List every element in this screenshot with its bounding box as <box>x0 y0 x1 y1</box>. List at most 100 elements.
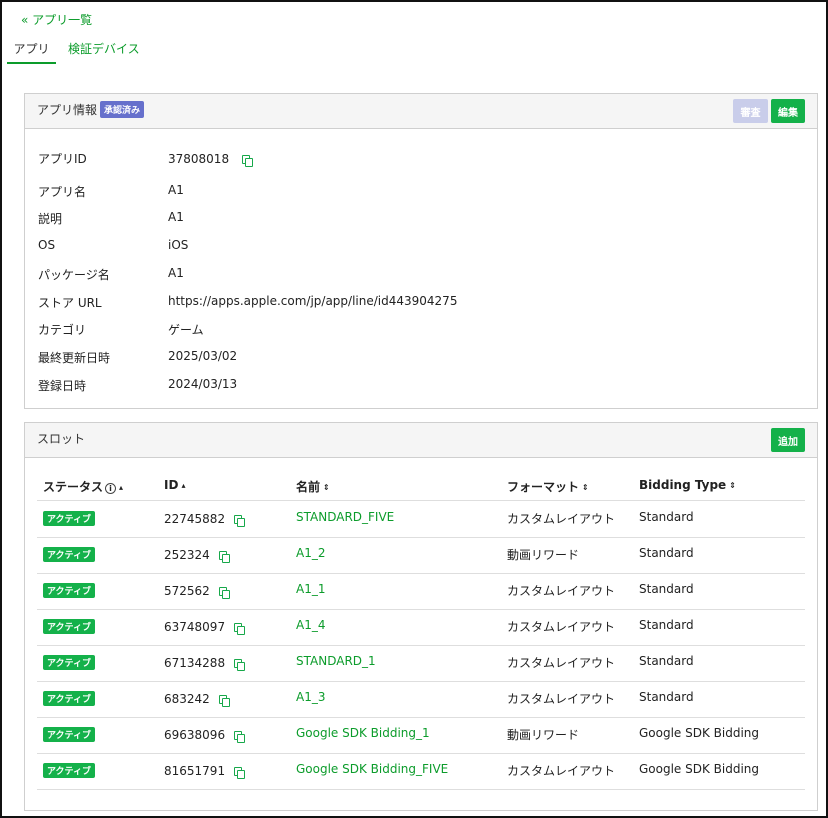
column-header-format[interactable]: フォーマット ⇕ <box>507 478 589 495</box>
slot-name-link[interactable]: STANDARD_1 <box>296 654 376 668</box>
edit-button[interactable]: 編集 <box>771 99 805 123</box>
slots-panel: スロット 追加 ステータス i ▴ ID ▴ 名前 ⇕ フォーマット ⇕ Bidding … <box>24 422 818 811</box>
slot-id: 67134288 <box>164 656 226 670</box>
info-label-last-updated: 最終更新日時 <box>38 351 111 365</box>
info-value-description: A1 <box>168 210 184 224</box>
status-badge: アクティブ <box>43 547 96 562</box>
back-to-app-list-link[interactable]: « アプリ一覧 <box>21 11 92 28</box>
copy-icon[interactable] <box>234 730 246 743</box>
slot-id: 63748097 <box>164 620 226 634</box>
info-value-store-url: https://apps.apple.com/jp/app/line/id443… <box>168 294 458 308</box>
slot-id-cell: 572562 <box>164 584 230 599</box>
slot-format: 動画リワード <box>507 728 580 742</box>
copy-icon[interactable] <box>234 622 246 635</box>
slot-id-cell: 252324 <box>164 548 230 563</box>
slot-bidding-type: Standard <box>639 510 694 524</box>
slot-name-link[interactable]: A1_3 <box>296 690 325 704</box>
sort-asc-icon[interactable]: ▴ <box>181 481 185 490</box>
approval-status-badge: 承認済み <box>100 101 145 118</box>
row-divider <box>37 645 805 646</box>
sort-asc-icon[interactable]: ▴ <box>119 483 123 492</box>
bidding-header-label: Bidding Type <box>639 478 727 492</box>
slot-id: 683242 <box>164 692 210 706</box>
slot-bidding-type: Google SDK Bidding <box>639 762 760 776</box>
slot-bidding-type: Standard <box>639 582 694 596</box>
slot-bidding-type: Standard <box>639 546 694 560</box>
info-value-os: iOS <box>168 238 189 252</box>
row-divider <box>37 609 805 610</box>
status-header-label: ステータス <box>43 480 104 494</box>
info-value-category: ゲーム <box>168 323 204 337</box>
copy-icon[interactable] <box>234 658 246 671</box>
info-label-description: 説明 <box>38 212 63 226</box>
name-header-label: 名前 <box>296 480 321 494</box>
sort-icon[interactable]: ⇕ <box>323 483 330 492</box>
sort-icon[interactable]: ⇕ <box>729 481 736 490</box>
slot-format: カスタムレイアウト <box>507 692 616 706</box>
slot-id-cell: 22745882 <box>164 512 246 527</box>
slot-name-link[interactable]: Google SDK Bidding_FIVE <box>296 762 448 776</box>
column-header-id[interactable]: ID ▴ <box>164 478 185 492</box>
row-divider <box>37 717 805 718</box>
tab-app[interactable]: アプリ <box>7 38 56 64</box>
row-divider <box>37 789 805 790</box>
slot-id: 69638096 <box>164 728 226 742</box>
status-badge: アクティブ <box>43 619 96 634</box>
slot-id: 572562 <box>164 584 210 598</box>
tab-test-devices[interactable]: 検証デバイス <box>68 38 140 64</box>
copy-icon[interactable] <box>241 154 253 167</box>
copy-icon[interactable] <box>218 550 230 563</box>
info-label-app-id: アプリID <box>38 152 87 166</box>
row-divider <box>37 573 805 574</box>
info-label-registered: 登録日時 <box>38 379 87 393</box>
info-label-app-name: アプリ名 <box>38 185 87 199</box>
info-value-app-name: A1 <box>168 183 184 197</box>
slot-format: カスタムレイアウト <box>507 764 616 778</box>
copy-icon[interactable] <box>234 514 246 527</box>
slot-bidding-type: Standard <box>639 690 694 704</box>
info-label-os: OS <box>38 238 56 252</box>
row-divider <box>37 681 805 682</box>
column-header-bidding-type[interactable]: Bidding Type ⇕ <box>639 478 736 492</box>
column-header-name[interactable]: 名前 ⇕ <box>296 478 330 495</box>
app-info-panel: アプリ情報 承認済み 審査 編集 アプリID 37808018 アプリ名 A1 説… <box>24 93 818 409</box>
copy-icon[interactable] <box>218 586 230 599</box>
app-info-header: アプリ情報 承認済み 審査 編集 <box>25 94 817 129</box>
slot-name-link[interactable]: STANDARD_FIVE <box>296 510 394 524</box>
slot-id-cell: 69638096 <box>164 728 246 743</box>
slot-id-cell: 81651791 <box>164 764 246 779</box>
slot-name-link[interactable]: A1_2 <box>296 546 325 560</box>
slots-title: スロット <box>37 432 86 446</box>
slot-name-link[interactable]: A1_1 <box>296 582 325 596</box>
slot-id: 81651791 <box>164 764 226 778</box>
info-value-app-id: 37808018 <box>168 152 253 167</box>
status-badge: アクティブ <box>43 655 96 670</box>
review-button[interactable]: 審査 <box>733 99 768 123</box>
row-divider <box>37 753 805 754</box>
slot-name-link[interactable]: A1_4 <box>296 618 325 632</box>
slot-format: カスタムレイアウト <box>507 512 616 526</box>
slot-format: カスタムレイアウト <box>507 584 616 598</box>
slot-format: カスタムレイアウト <box>507 620 616 634</box>
sort-icon[interactable]: ⇕ <box>582 483 589 492</box>
slot-name-link[interactable]: Google SDK Bidding_1 <box>296 726 430 740</box>
info-value-registered: 2024/03/13 <box>168 377 238 391</box>
add-slot-button[interactable]: 追加 <box>771 428 805 452</box>
slot-id: 22745882 <box>164 512 226 526</box>
info-icon[interactable]: i <box>105 483 117 494</box>
slot-id-cell: 683242 <box>164 692 230 707</box>
copy-icon[interactable] <box>234 766 246 779</box>
slot-id-cell: 63748097 <box>164 620 246 635</box>
app-info-title: アプリ情報 承認済み <box>37 101 145 118</box>
slots-header: スロット 追加 <box>25 423 817 458</box>
column-header-status[interactable]: ステータス i ▴ <box>43 478 123 495</box>
info-value-package-name: A1 <box>168 266 184 280</box>
slot-bidding-type: Standard <box>639 618 694 632</box>
slot-id: 252324 <box>164 548 210 562</box>
copy-icon[interactable] <box>218 694 230 707</box>
slot-bidding-type: Google SDK Bidding <box>639 726 760 740</box>
info-label-store-url: ストア URL <box>38 296 102 310</box>
slot-id-cell: 67134288 <box>164 656 246 671</box>
status-badge: アクティブ <box>43 691 96 706</box>
header-divider <box>37 500 805 501</box>
